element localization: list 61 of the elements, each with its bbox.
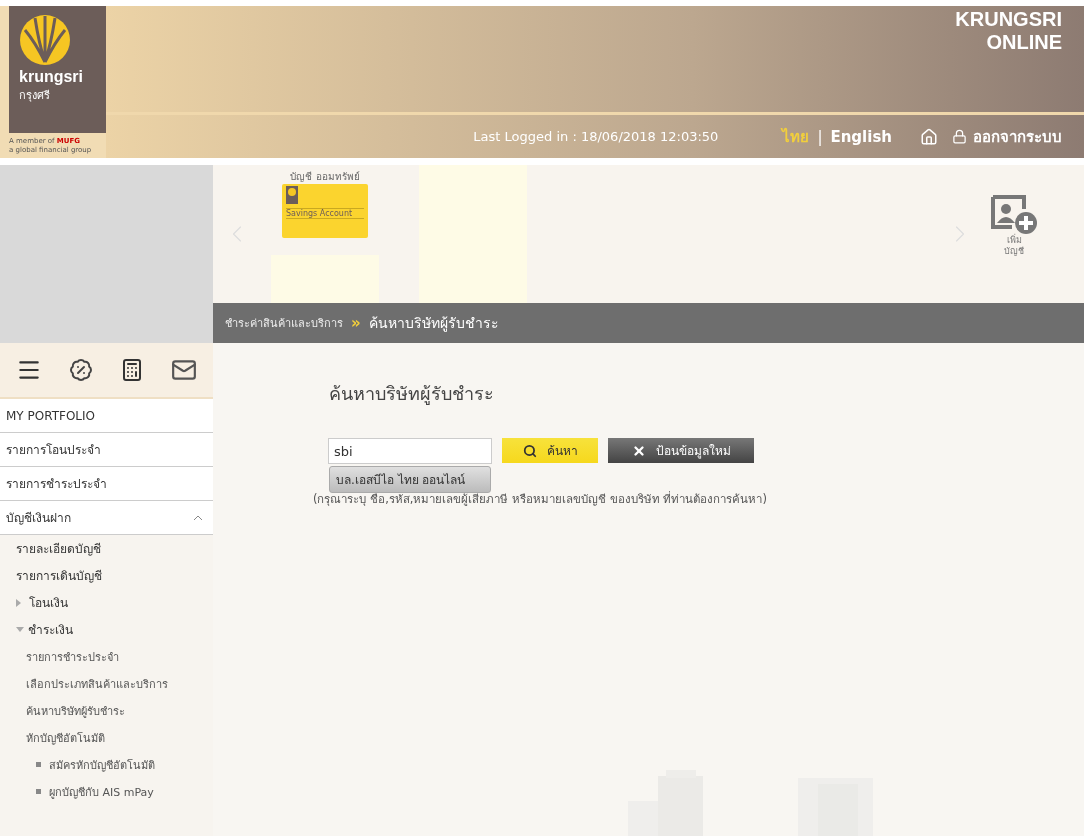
sidebar-item[interactable]: รายการโอนประจำ xyxy=(0,433,213,467)
sidebar-item[interactable]: ชำระเงิน xyxy=(0,616,213,643)
home-icon[interactable] xyxy=(920,127,938,146)
last-logged-text: Last Logged in : 18/06/2018 12:03:50 xyxy=(473,129,719,144)
logo-icon xyxy=(19,14,71,66)
item-label: ชำระเงิน xyxy=(28,622,73,639)
bullet-icon xyxy=(36,762,41,767)
close-icon xyxy=(631,443,646,458)
item-label: หักบัญชีอัตโนมัติ xyxy=(26,730,105,747)
logout-link[interactable]: ออกจากระบบ xyxy=(952,124,1062,149)
rate-icon[interactable] xyxy=(69,358,93,382)
item-label: สมัครหักบัญชีอัตโนมัติ xyxy=(49,757,155,774)
sidebar-item[interactable]: MY PORTFOLIO xyxy=(0,399,213,433)
separator: | xyxy=(817,127,823,146)
item-label: รายการโอนประจำ xyxy=(6,442,101,459)
search-field[interactable]: sbi xyxy=(328,438,492,464)
item-label: รายการเดินบัญชี xyxy=(16,568,102,585)
sidebar-item[interactable]: รายการชำระประจำ xyxy=(0,467,213,501)
account-label: บัญชี ออมทรัพย์ xyxy=(290,170,360,184)
item-label: รายการชำระประจำ xyxy=(6,476,107,493)
item-label: MY PORTFOLIO xyxy=(6,408,95,423)
lock-icon xyxy=(952,129,967,144)
item-label: บัญชีเงินฝาก xyxy=(6,510,71,527)
reset-button[interactable]: ป้อนข้อมูลใหม่ xyxy=(608,438,754,463)
logo-name: krungsri xyxy=(19,68,83,86)
sidebar-item[interactable]: หักบัญชีอัตโนมัติ xyxy=(0,724,213,751)
sidebar-item[interactable]: ผูกบัญชีกับ AIS mPay xyxy=(0,778,213,805)
sidebar-item[interactable]: บัญชีเงินฝาก xyxy=(0,501,213,535)
mail-icon[interactable] xyxy=(171,357,197,383)
search-button[interactable]: ค้นหา xyxy=(502,438,598,463)
item-label: รายการชำระประจำ xyxy=(26,649,119,666)
sidebar-item[interactable]: โอนเงิน xyxy=(0,589,213,616)
breadcrumb-separator: » xyxy=(351,314,361,332)
breadcrumb-link[interactable]: ชำระค่าสินค้าและบริการ xyxy=(225,314,343,332)
add-account-label: เพิ่ม บัญชี xyxy=(1003,235,1025,257)
suggestion-item[interactable]: บล.เอสบีไอ ไทย ออนไลน์ xyxy=(329,466,491,493)
sidebar-item[interactable]: รายละเอียดบัญชี xyxy=(0,535,213,562)
sidebar-item[interactable]: สมัครหักบัญชีอัตโนมัติ xyxy=(0,751,213,778)
item-label: ค้นหาบริษัทผู้รับชำระ xyxy=(26,703,125,720)
sidebar-item[interactable]: รายการเดินบัญชี xyxy=(0,562,213,589)
sidebar-item[interactable]: เลือกประเภทสินค้าและบริการ xyxy=(0,670,213,697)
site-title: KRUNGSRI xyxy=(955,8,1062,31)
site-title: ONLINE xyxy=(986,31,1062,54)
item-label: เลือกประเภทสินค้าและบริการ xyxy=(26,676,168,693)
search-icon xyxy=(522,443,537,458)
card-text: Savings Account xyxy=(286,208,364,219)
hint-text: (กรุณาระบุ ชื่อ,รหัส,หมายเลขผู้เสียภาษี หรือหมายเลขบัญชี ของบริษัท ที่ท่านต้องการค้นหา) xyxy=(313,490,768,508)
logo-thai-name: กรุงศรี xyxy=(19,88,50,104)
bullet-icon xyxy=(36,789,41,794)
sidebar-item[interactable]: ค้นหาบริษัทผู้รับชำระ xyxy=(0,697,213,724)
logo-icon xyxy=(286,186,298,204)
account-card[interactable]: Savings Account xyxy=(282,184,368,238)
item-label: ผูกบัญชีกับ AIS mPay xyxy=(49,784,154,801)
add-account-icon[interactable] xyxy=(990,195,1038,235)
sidebar-item[interactable]: รายการชำระประจำ xyxy=(0,643,213,670)
item-label: โอนเงิน xyxy=(29,595,68,612)
breadcrumb-current: ค้นหาบริษัทผู้รับชำระ xyxy=(368,314,499,334)
caret-up-icon xyxy=(193,514,203,521)
item-label: รายละเอียดบัญชี xyxy=(16,541,101,558)
calculator-icon[interactable] xyxy=(120,358,144,382)
page-heading: ค้นหาบริษัทผู้รับชำระ xyxy=(329,382,495,407)
